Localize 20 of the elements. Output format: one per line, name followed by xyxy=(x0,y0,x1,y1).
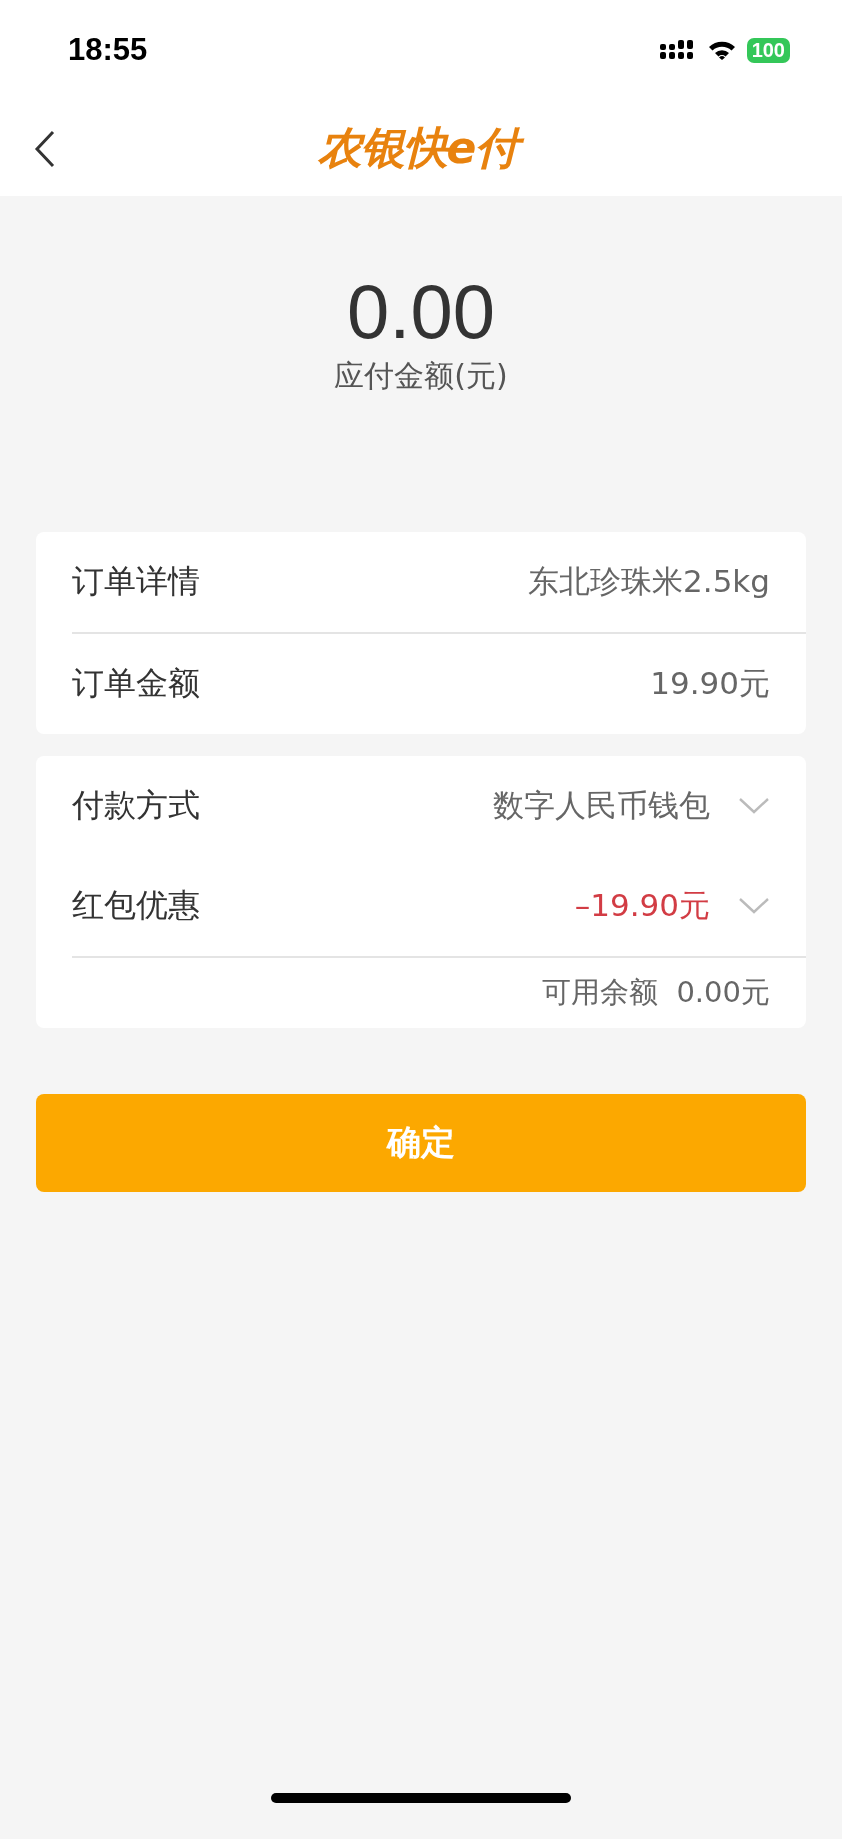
row-value: 19.90元 xyxy=(650,664,770,703)
back-icon[interactable] xyxy=(34,130,56,168)
row-label: 付款方式 xyxy=(72,785,201,826)
battery-indicator: 100 xyxy=(746,37,790,63)
status-time: 18:55 xyxy=(68,32,148,68)
row-label: 订单金额 xyxy=(72,663,201,704)
amount-label: 应付金额(元) xyxy=(334,357,508,395)
row-label: 红包优惠 xyxy=(72,885,201,926)
row-label: 订单详情 xyxy=(72,561,201,602)
chevron-down-icon[interactable] xyxy=(738,897,770,915)
row-value: 东北珍珠米2.5kg xyxy=(528,562,770,601)
amount-value: 0.00 xyxy=(347,272,495,352)
payment-row[interactable]: 付款方式 数字人民币钱包 xyxy=(36,756,806,856)
row-value: –19.90元 xyxy=(574,886,710,925)
chevron-down-icon[interactable] xyxy=(738,797,770,815)
balance-value: 0.00元 xyxy=(676,974,770,1011)
app-logo: 农银快e付 xyxy=(313,116,529,180)
row-value: 数字人民币钱包 xyxy=(493,786,710,825)
balance-label: 可用余额 xyxy=(542,974,659,1011)
payment-row[interactable]: 红包优惠 –19.90元 xyxy=(36,856,806,956)
